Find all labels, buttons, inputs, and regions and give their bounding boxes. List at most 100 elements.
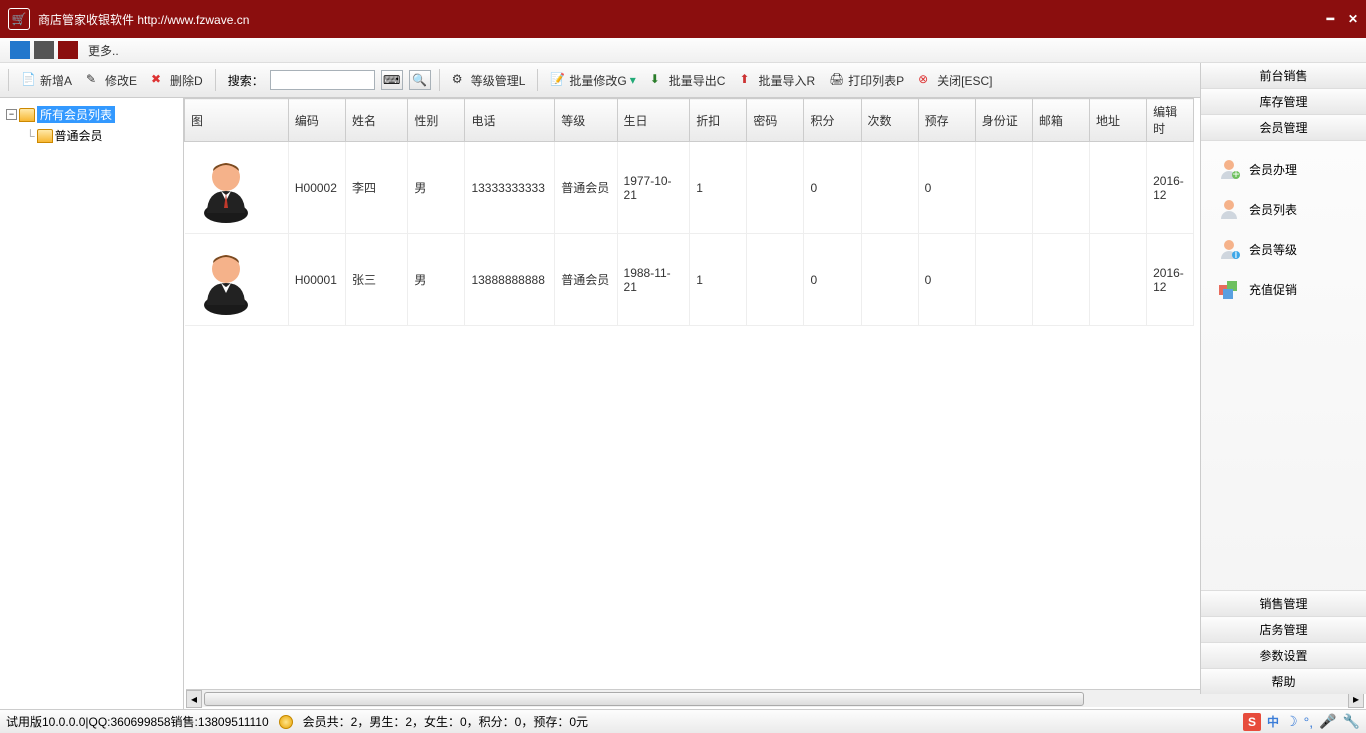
ime-indicator[interactable]: S xyxy=(1243,713,1261,731)
bulk-export-button[interactable]: ⬇批量导出C xyxy=(646,70,730,91)
lang-indicator[interactable]: 中 xyxy=(1267,713,1279,730)
col-edited[interactable]: 编辑时 xyxy=(1147,99,1194,142)
sidebar-cat-store[interactable]: 店务管理 xyxy=(1201,616,1366,642)
cell-discount: 1 xyxy=(690,142,747,234)
cell-points: 0 xyxy=(804,142,861,234)
recharge-icon xyxy=(1217,277,1241,301)
sidebar-sub-member-apply[interactable]: + 会员办理 xyxy=(1201,149,1366,189)
col-times[interactable]: 次数 xyxy=(861,99,918,142)
cell-phone: 13333333333 xyxy=(465,142,555,234)
moon-icon[interactable]: ☽ xyxy=(1285,713,1298,730)
scrollbar-thumb[interactable] xyxy=(204,692,1084,706)
member-tree: − 所有会员列表 └ 普通会员 xyxy=(0,98,184,709)
scroll-left-arrow[interactable]: ◂ xyxy=(186,690,202,708)
tree-root-label: 所有会员列表 xyxy=(37,106,115,123)
col-phone[interactable]: 电话 xyxy=(465,99,555,142)
right-sidebar: 前台销售 库存管理 会员管理 + 会员办理 会员列表 i 会员等级 充值促销 销… xyxy=(1200,63,1366,694)
sidebar-cat-help[interactable]: 帮助 xyxy=(1201,668,1366,694)
keyboard-icon: ⌨ xyxy=(383,73,400,87)
version-text: 试用版10.0.0.0|QQ:360699858销售:13809511110 xyxy=(6,713,269,730)
sidebar-sub-recharge-promo[interactable]: 充值促销 xyxy=(1201,269,1366,309)
search-input[interactable] xyxy=(270,70,375,90)
col-idcard[interactable]: 身份证 xyxy=(975,99,1032,142)
col-level[interactable]: 等级 xyxy=(555,99,617,142)
level-mgmt-button[interactable]: ⚙等级管理L xyxy=(448,70,530,91)
col-code[interactable]: 编码 xyxy=(288,99,345,142)
theme-swatch-gray[interactable] xyxy=(34,41,54,59)
col-points[interactable]: 积分 xyxy=(804,99,861,142)
cell-discount: 1 xyxy=(690,234,747,326)
theme-swatch-red[interactable] xyxy=(58,41,78,59)
sidebar-cat-pos[interactable]: 前台销售 xyxy=(1201,63,1366,89)
cell-password xyxy=(747,234,804,326)
theme-swatch-blue[interactable] xyxy=(10,41,30,59)
sidebar-cat-params[interactable]: 参数设置 xyxy=(1201,642,1366,668)
tree-collapse-icon[interactable]: − xyxy=(6,109,17,120)
cell-points: 0 xyxy=(804,234,861,326)
sidebar-cat-member[interactable]: 会员管理 xyxy=(1201,115,1366,141)
cell-times xyxy=(861,142,918,234)
sidebar-cat-stock[interactable]: 库存管理 xyxy=(1201,89,1366,115)
import-icon: ⬆ xyxy=(739,72,755,88)
col-birthday[interactable]: 生日 xyxy=(617,99,690,142)
cell-edited: 2016-12 xyxy=(1147,234,1194,326)
wrench-icon[interactable]: 🔧 xyxy=(1343,713,1360,730)
cell-idcard xyxy=(975,142,1032,234)
add-icon: 📄 xyxy=(21,72,37,88)
theme-more-link[interactable]: 更多.. xyxy=(88,42,119,59)
status-bar: 试用版10.0.0.0|QQ:360699858销售:13809511110 会… xyxy=(0,709,1366,733)
cell-address xyxy=(1089,234,1146,326)
col-address[interactable]: 地址 xyxy=(1089,99,1146,142)
horizontal-scrollbar[interactable]: ◂ ▸ xyxy=(186,689,1364,707)
print-button[interactable]: 🖨打印列表P xyxy=(825,70,908,91)
col-email[interactable]: 邮箱 xyxy=(1032,99,1089,142)
search-button[interactable]: 🔍 xyxy=(409,70,431,90)
edit-button[interactable]: ✎修改E xyxy=(82,70,141,91)
cell-birthday: 1988-11-21 xyxy=(617,234,690,326)
member-apply-icon: + xyxy=(1217,157,1241,181)
col-discount[interactable]: 折扣 xyxy=(690,99,747,142)
cell-birthday: 1977-10-21 xyxy=(617,142,690,234)
cell-idcard xyxy=(975,234,1032,326)
search-label: 搜索： xyxy=(228,72,264,89)
minimize-button[interactable]: ━ xyxy=(1327,12,1334,26)
title-bar: 🛒 商店管家收银软件 http://www.fzwave.cn ━ ✕ xyxy=(0,0,1366,38)
table-row[interactable]: H00001 张三 男 13888888888 普通会员 1988-11-21 … xyxy=(185,234,1194,326)
member-list-icon xyxy=(1217,197,1241,221)
search-icon: 🔍 xyxy=(412,73,427,87)
close-icon: ⊗ xyxy=(918,72,934,88)
keyboard-button[interactable]: ⌨ xyxy=(381,70,403,90)
table-row[interactable]: H00002 李四 男 13333333333 普通会员 1977-10-21 … xyxy=(185,142,1194,234)
col-img[interactable]: 图 xyxy=(185,99,289,142)
sidebar-cat-sales[interactable]: 销售管理 xyxy=(1201,590,1366,616)
add-button[interactable]: 📄新增A xyxy=(17,70,76,91)
cell-gender: 男 xyxy=(408,142,465,234)
mic-icon[interactable]: 🎤 xyxy=(1319,713,1336,730)
gear-icon: ⚙ xyxy=(452,72,468,88)
tree-root-node[interactable]: − 所有会员列表 xyxy=(6,104,177,125)
member-level-icon: i xyxy=(1217,237,1241,261)
edit-icon: ✎ xyxy=(86,72,102,88)
cell-level: 普通会员 xyxy=(555,234,617,326)
comma-icon[interactable]: °, xyxy=(1304,714,1314,730)
bulk-edit-button[interactable]: 📝批量修改G▾ xyxy=(546,70,639,91)
bulk-import-button[interactable]: ⬆批量导入R xyxy=(735,70,819,91)
col-deposit[interactable]: 预存 xyxy=(918,99,975,142)
sidebar-sub-member-list[interactable]: 会员列表 xyxy=(1201,189,1366,229)
col-name[interactable]: 姓名 xyxy=(346,99,408,142)
cell-edited: 2016-12 xyxy=(1147,142,1194,234)
col-gender[interactable]: 性别 xyxy=(408,99,465,142)
cell-name: 李四 xyxy=(346,142,408,234)
close-button[interactable]: ✕ xyxy=(1348,12,1358,26)
member-avatar-icon xyxy=(191,148,261,228)
tree-child-label: 普通会员 xyxy=(55,127,103,144)
tree-child-node[interactable]: └ 普通会员 xyxy=(6,125,177,146)
member-avatar-icon xyxy=(191,240,261,320)
svg-text:i: i xyxy=(1235,247,1238,261)
close-esc-button[interactable]: ⊗关闭[ESC] xyxy=(914,70,996,91)
delete-button[interactable]: ✖删除D xyxy=(147,70,207,91)
cell-email xyxy=(1032,234,1089,326)
chevron-down-icon: ▾ xyxy=(630,73,636,87)
col-password[interactable]: 密码 xyxy=(747,99,804,142)
sidebar-sub-member-level[interactable]: i 会员等级 xyxy=(1201,229,1366,269)
